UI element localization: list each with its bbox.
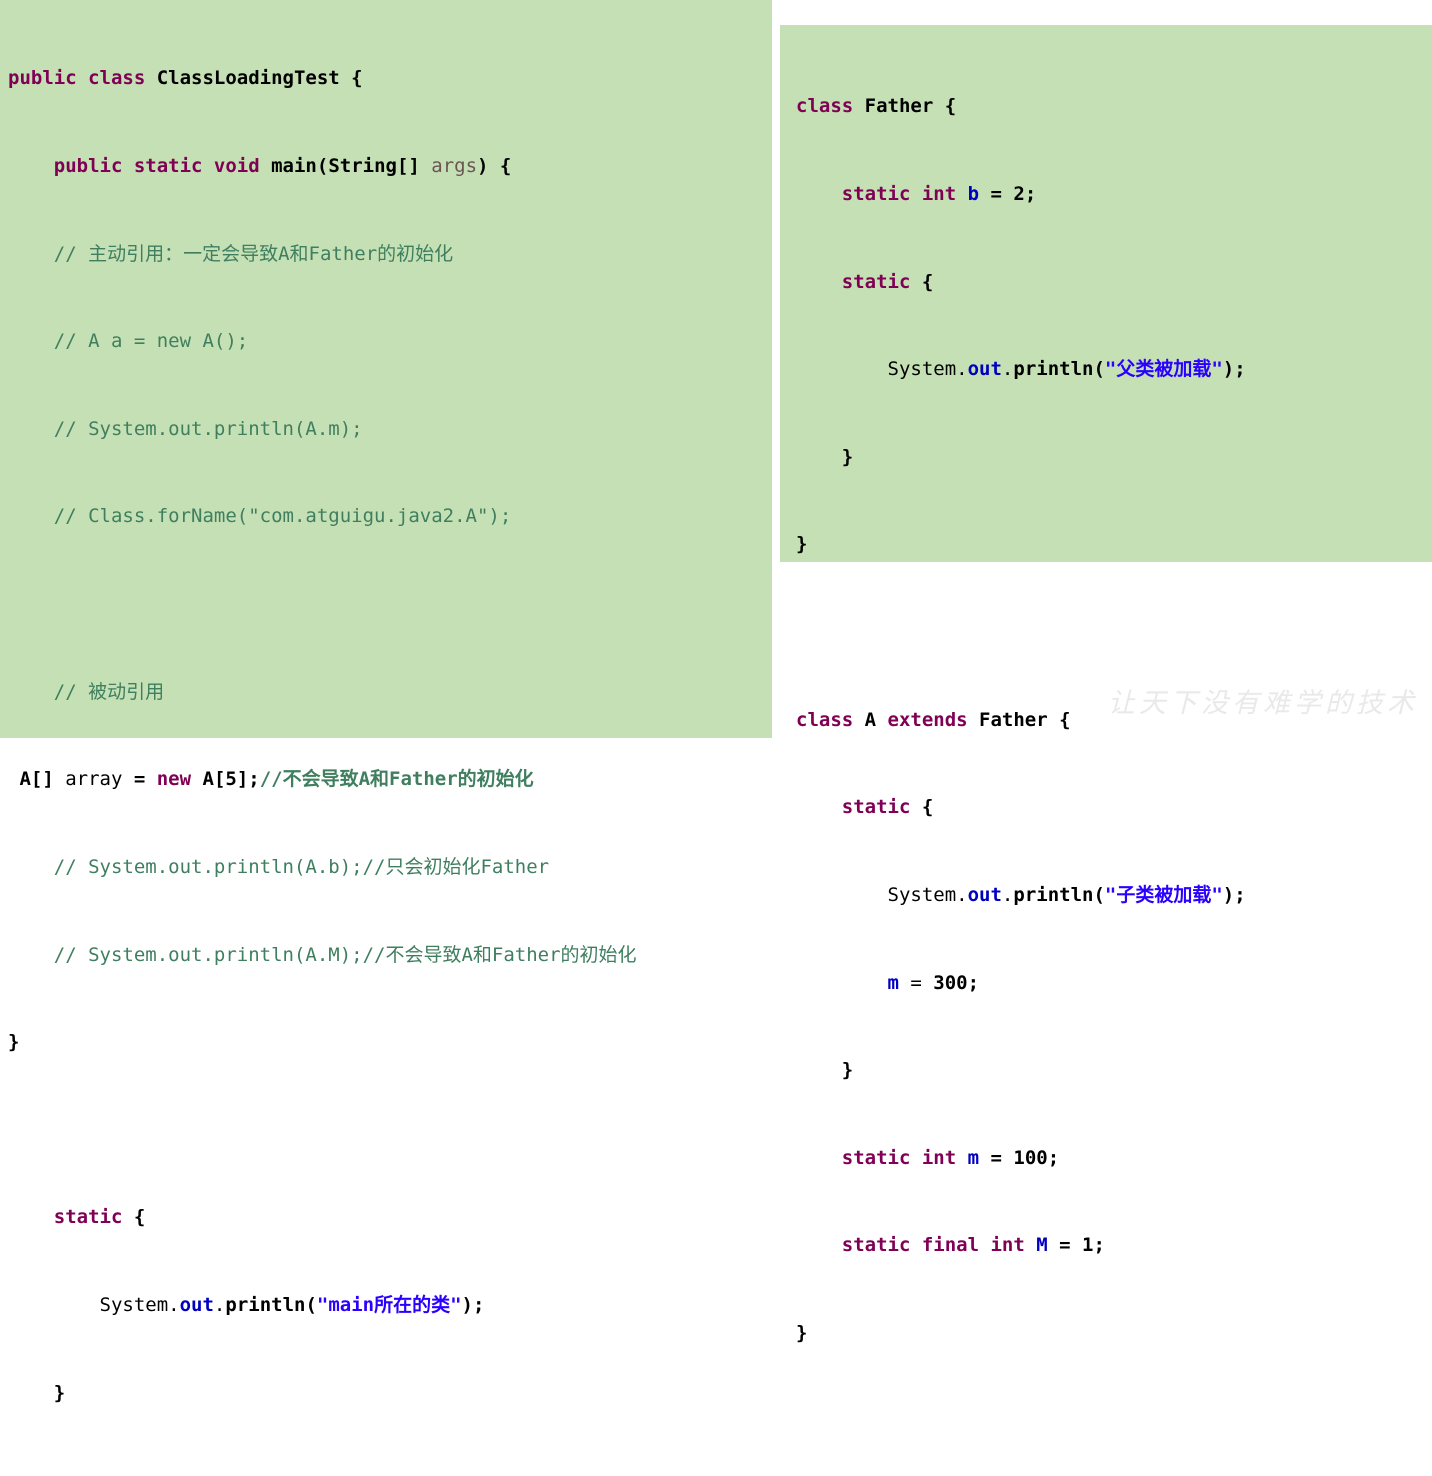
- code-line: // Class.forName("com.atguigu.java2.A");: [8, 505, 512, 528]
- code-line: }: [796, 1321, 808, 1344]
- code-line: class Father {: [796, 95, 957, 118]
- code-line: System.out.println("main所在的类");: [8, 1293, 485, 1316]
- code-line: static {: [53, 1206, 146, 1229]
- code-line: // 被动引用: [8, 680, 165, 703]
- code-line: m = 300;: [887, 971, 980, 994]
- code-line: }: [796, 533, 808, 556]
- code-line: // System.out.println(A.b);//只会初始化Father: [8, 855, 550, 878]
- code-line: }: [8, 1031, 20, 1054]
- watermark-text: 让天下没有难学的技术: [1108, 688, 1418, 719]
- code-line: static final int M = 1;: [841, 1234, 1105, 1257]
- code-line: static {: [841, 270, 934, 293]
- code-line: // 主动引用：一定会导致A和Father的初始化: [8, 242, 454, 265]
- code-line: System.out.println("子类被加载");: [796, 883, 1246, 906]
- code-line: static {: [841, 796, 934, 819]
- code-line: // A a = new A();: [8, 330, 249, 353]
- code-line: // System.out.println(A.m);: [8, 417, 363, 440]
- left-code-panel: public class ClassLoadingTest { public s…: [0, 0, 772, 1404]
- code-line: public static void main(String[] args) {: [53, 155, 512, 178]
- code-line: static int b = 2;: [841, 183, 1037, 206]
- code-line: }: [796, 445, 854, 468]
- code-line: // System.out.println(A.M);//不会导致A和Fathe…: [8, 943, 637, 966]
- code-line: }: [796, 1059, 854, 1082]
- code-line: static int m = 100;: [841, 1146, 1060, 1169]
- code-line: public class ClassLoadingTest {: [8, 67, 363, 90]
- code-line: A[] array = new A[5];//不会导致A和Father的初始化: [8, 768, 534, 791]
- code-line: System.out.println("父类被加载");: [796, 358, 1246, 381]
- right-code-panel: class Father { static int b = 2; static …: [780, 25, 1432, 1344]
- code-line: }: [8, 1381, 66, 1404]
